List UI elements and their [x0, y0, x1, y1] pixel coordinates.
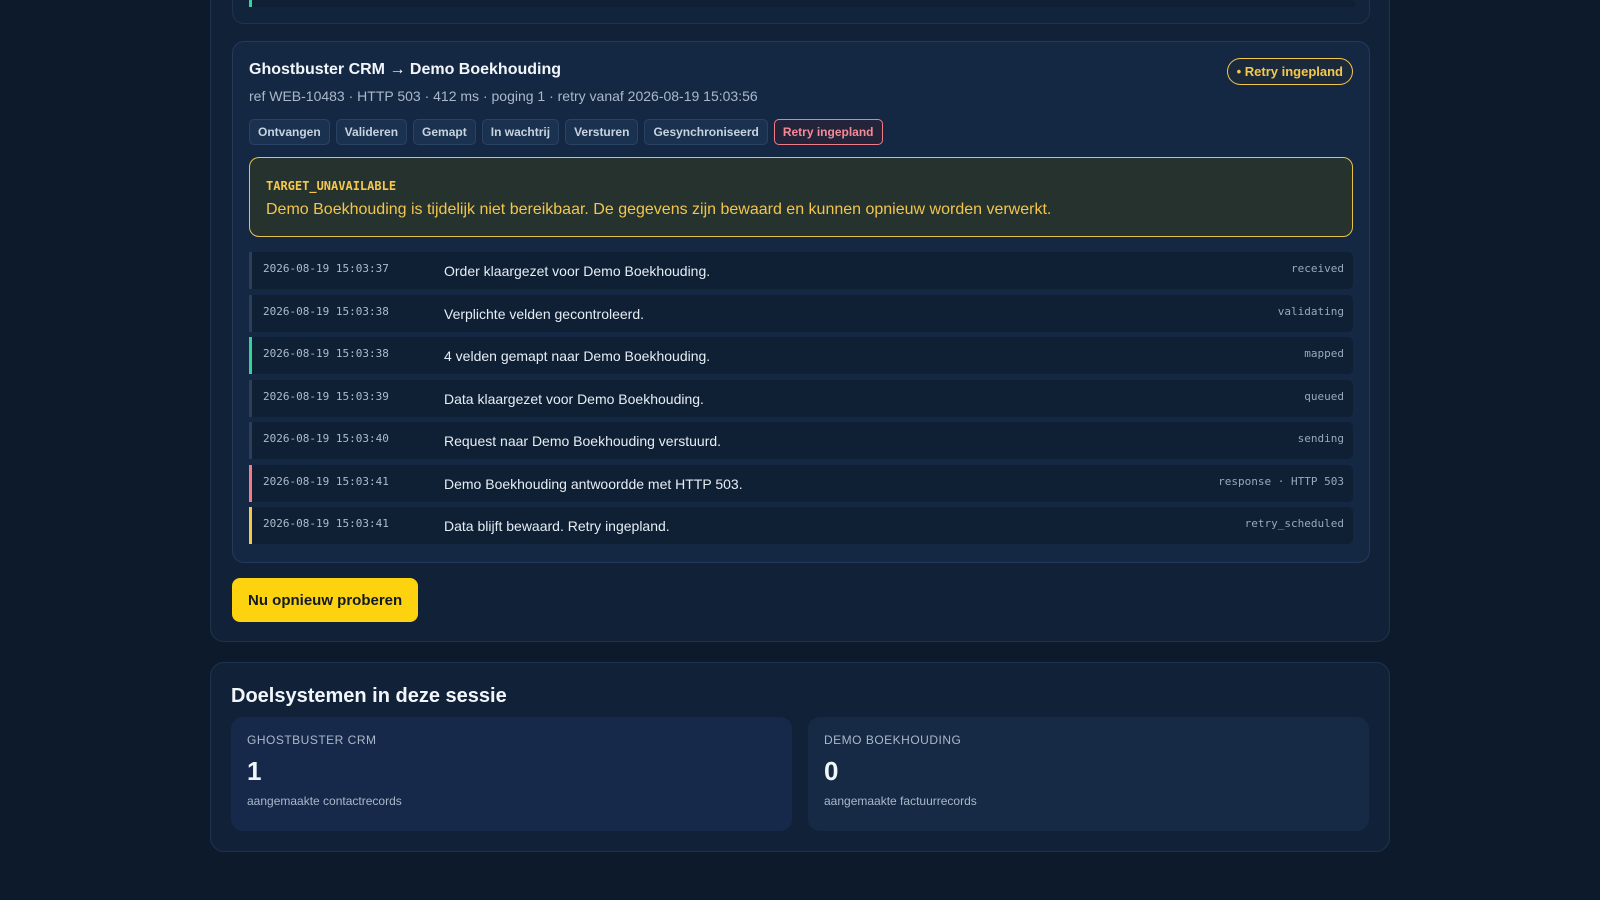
log-message: Order klaargezet voor Demo Boekhouding. — [444, 263, 711, 279]
step-validating: Valideren — [335, 119, 408, 145]
sync-entry-meta: ref WEB-10483 · HTTP 503 · 412 ms · pogi… — [249, 88, 758, 104]
log-message: Request naar Demo Boekhouding verstuurd. — [444, 433, 722, 449]
log-row: 2026-08-19 15:03:41 Demo Boekhouding ant… — [249, 464, 1353, 502]
log-event-type: retry_scheduled — [1244, 517, 1344, 530]
log-message: Verplichte velden gecontroleerd. — [444, 305, 645, 322]
log-timestamp: 2026-08-19 15:03:41 — [263, 517, 389, 530]
log-row: 2026-08-19 15:03:40 Request naar Demo Bo… — [249, 422, 1353, 459]
step-mapped: Gemapt — [413, 119, 476, 145]
log-event-type: mapped — [1304, 347, 1344, 360]
log-message: 4 velden gemapt naar Demo Boekhouding. — [444, 348, 711, 364]
target-record-description: aangemaakte contactrecords — [247, 794, 402, 808]
step-queued: In wachtrij — [481, 119, 560, 145]
sync-entry-card: Ghostbuster CRM → Demo Boekhouding ref W… — [232, 41, 1370, 563]
error-code: TARGET_UNAVAILABLE — [266, 179, 397, 193]
sync-session-card: Ghostbuster CRM → Demo Boekhouding ref W… — [210, 0, 1390, 642]
retry-now-button[interactable]: Nu opnieuw proberen — [232, 578, 419, 622]
target-record-count: 1 — [247, 756, 262, 786]
log-timestamp: 2026-08-19 15:03:38 — [263, 347, 389, 360]
log-row: 2026-08-19 15:03:37 Order klaargezet voo… — [249, 252, 1353, 289]
error-message: Demo Boekhouding is tijdelijk niet berei… — [266, 201, 1052, 218]
section-title: Doelsystemen in deze sessie — [231, 685, 507, 707]
target-system-name: Ghostbuster CRM — [247, 733, 377, 747]
status-badge: • Retry ingepland — [1226, 58, 1353, 85]
step-sending: Versturen — [565, 119, 639, 145]
log-event-type: response · HTTP 503 — [1218, 474, 1344, 488]
log-event-type: received — [1291, 262, 1344, 275]
target-systems-grid: Ghostbuster CRM 1 aangemaakte contactrec… — [231, 717, 1369, 831]
log-row: 2026-08-19 15:03:39 Data klaargezet voor… — [249, 379, 1353, 417]
event-log: 2026-08-19 15:03:37 Order klaargezet voo… — [249, 252, 1353, 550]
error-alert: TARGET_UNAVAILABLE Demo Boekhouding is t… — [249, 157, 1353, 237]
log-event-type: sending — [1297, 432, 1344, 445]
log-timestamp: 2026-08-19 15:03:38 — [263, 304, 389, 318]
previous-sync-entry — [232, 0, 1370, 24]
previous-log-row — [249, 0, 1355, 7]
log-timestamp: 2026-08-19 15:03:41 — [263, 474, 389, 488]
step-retry-scheduled: Retry ingepland — [773, 119, 883, 145]
log-timestamp: 2026-08-19 15:03:37 — [263, 262, 389, 275]
target-system-name: Demo Boekhouding — [824, 733, 962, 747]
log-message: Data blijft bewaard. Retry ingepland. — [444, 518, 670, 534]
log-timestamp: 2026-08-19 15:03:40 — [263, 432, 389, 445]
log-row: 2026-08-19 15:03:41 Data blijft bewaard.… — [249, 507, 1353, 544]
log-event-type: queued — [1304, 389, 1344, 403]
log-message: Demo Boekhouding antwoordde met HTTP 503… — [444, 475, 743, 492]
target-systems-card: Doelsystemen in deze sessie Ghostbuster … — [210, 662, 1390, 852]
sync-entry-title: Ghostbuster CRM → Demo Boekhouding — [249, 61, 561, 78]
log-event-type: validating — [1277, 304, 1344, 318]
log-row: 2026-08-19 15:03:38 4 velden gemapt naar… — [249, 337, 1353, 374]
target-record-count: 0 — [824, 756, 839, 786]
log-message: Data klaargezet voor Demo Boekhouding. — [444, 390, 704, 407]
target-system-card: Ghostbuster CRM 1 aangemaakte contactrec… — [231, 717, 792, 831]
log-timestamp: 2026-08-19 15:03:39 — [263, 389, 389, 403]
target-record-description: aangemaakte factuurrecords — [824, 794, 977, 808]
log-row: 2026-08-19 15:03:38 Verplichte velden ge… — [249, 294, 1353, 332]
step-synchronized: Gesynchroniseerd — [644, 119, 768, 145]
step-received: Ontvangen — [249, 119, 330, 145]
target-system-card: Demo Boekhouding 0 aangemaakte factuurre… — [808, 717, 1369, 831]
pipeline-steps: Ontvangen Valideren Gemapt In wachtrij V… — [249, 119, 883, 145]
